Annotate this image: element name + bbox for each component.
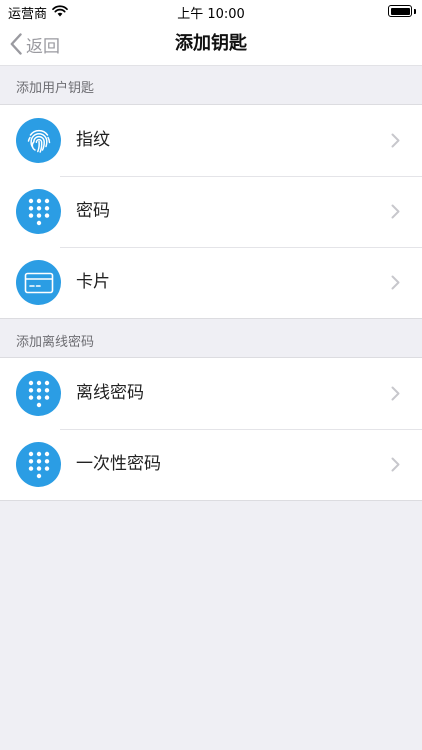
- card-icon: [16, 260, 61, 305]
- battery-icon: [388, 5, 412, 17]
- user-keys-group: 指纹 密码 卡片: [0, 104, 422, 319]
- back-label: 返回: [26, 36, 60, 57]
- row-password[interactable]: 密码: [0, 176, 422, 247]
- row-label: 指纹: [76, 130, 110, 150]
- chevron-right-icon: [391, 204, 400, 223]
- row-card[interactable]: 卡片: [0, 247, 422, 318]
- keypad-icon: [16, 189, 61, 234]
- battery-tip: [414, 9, 416, 14]
- section-header-user-keys: 添加用户钥匙: [16, 80, 95, 96]
- row-label: 卡片: [76, 272, 110, 292]
- row-label: 密码: [76, 201, 110, 221]
- chevron-right-icon: [391, 457, 400, 476]
- row-fingerprint[interactable]: 指纹: [0, 105, 422, 176]
- chevron-right-icon: [391, 275, 400, 294]
- chevron-left-icon: [10, 33, 22, 55]
- row-one-time-password[interactable]: 一次性密码: [0, 429, 422, 500]
- keypad-icon: [16, 371, 61, 416]
- row-label: 离线密码: [76, 383, 144, 403]
- section-header-offline-passwords: 添加离线密码: [16, 334, 95, 350]
- offline-passwords-group: 离线密码 一次性密码: [0, 357, 422, 501]
- page-title: 添加钥匙: [175, 33, 247, 54]
- battery-fill: [390, 7, 410, 15]
- status-bar: 运营商 上午 10:00: [0, 0, 422, 22]
- chevron-right-icon: [391, 133, 400, 152]
- row-label: 一次性密码: [76, 454, 161, 474]
- navigation-bar: 添加钥匙 返回: [0, 22, 422, 66]
- row-offline-password[interactable]: 离线密码: [0, 358, 422, 429]
- keypad-icon: [16, 442, 61, 487]
- fingerprint-icon: [16, 118, 61, 163]
- back-button[interactable]: 返回: [10, 22, 60, 66]
- status-time: 上午 10:00: [177, 7, 245, 22]
- chevron-right-icon: [391, 386, 400, 405]
